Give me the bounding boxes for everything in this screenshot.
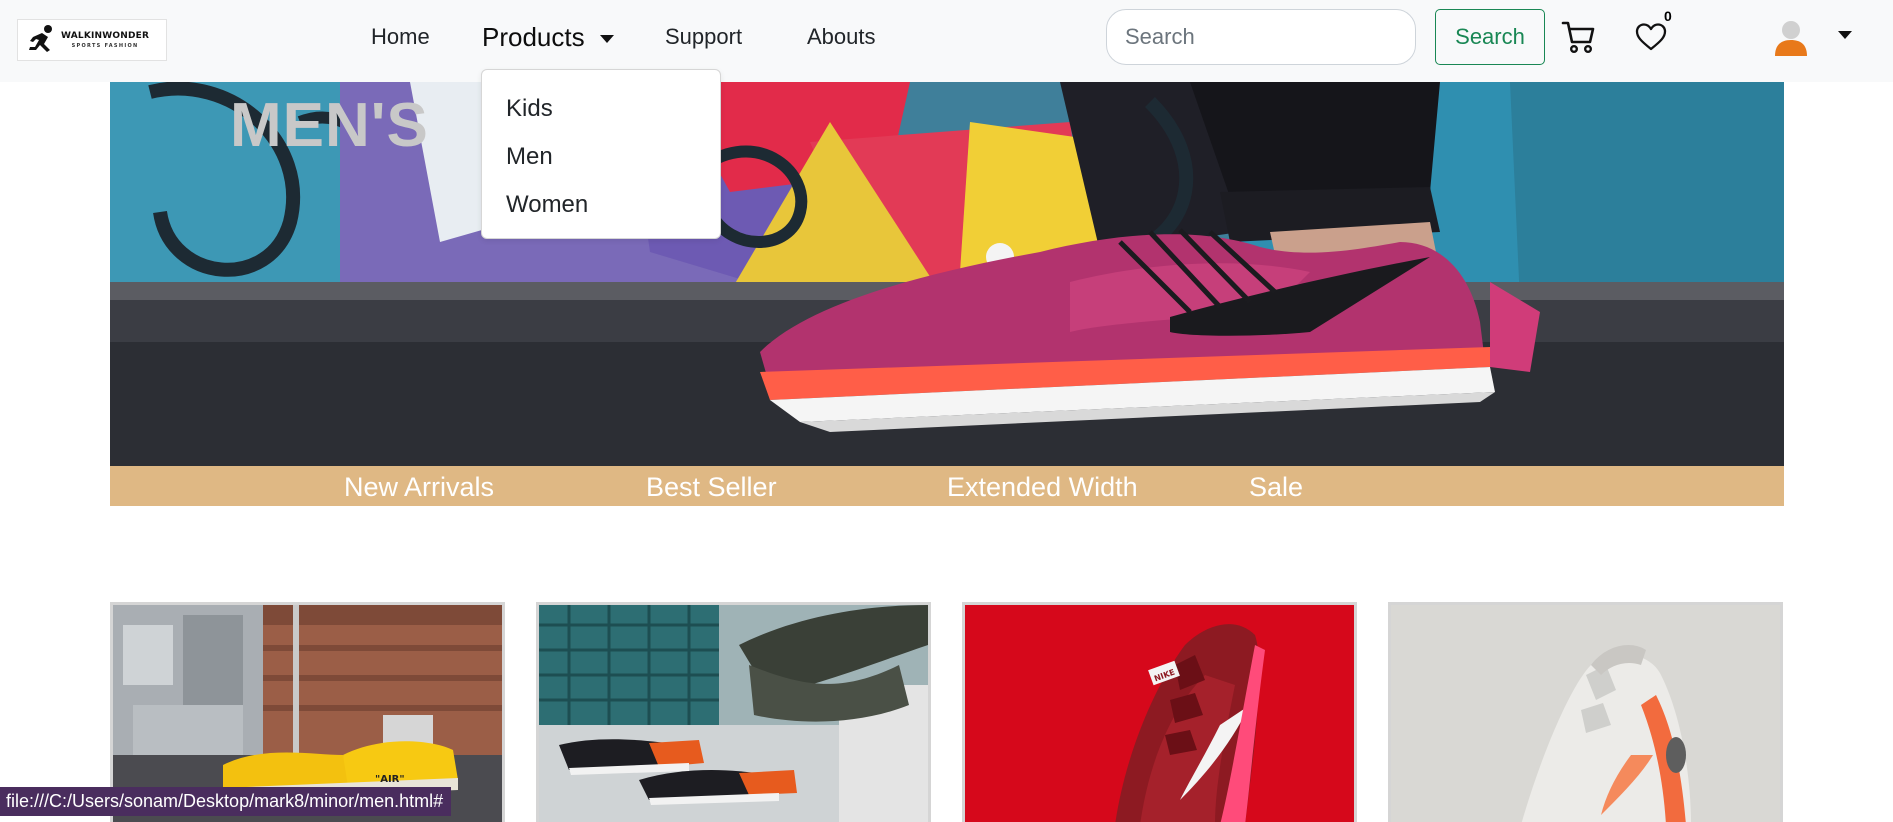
nav-abouts[interactable]: Abouts <box>807 24 876 50</box>
heart-icon[interactable] <box>1635 22 1667 52</box>
user-avatar-icon[interactable] <box>1773 18 1809 58</box>
nav-products-dropdown-toggle[interactable]: Products <box>482 22 614 53</box>
white-orange-sneaker-photo <box>1391 605 1780 822</box>
runner-logo-icon <box>29 25 52 52</box>
category-link-extended-width[interactable]: Extended Width <box>947 472 1138 503</box>
nav-home[interactable]: Home <box>371 24 430 50</box>
browser-status-bar-url: file:///C:/Users/sonam/Desktop/mark8/min… <box>0 787 452 816</box>
category-link-best-seller[interactable]: Best Seller <box>646 472 777 503</box>
brand-logo[interactable]: WALKINWONDER SPORTS FASHION <box>17 19 167 61</box>
nav-products-label: Products <box>482 22 585 52</box>
search-input[interactable] <box>1106 9 1416 65</box>
svg-text:"AIR": "AIR" <box>375 774 405 785</box>
chevron-down-icon <box>599 34 614 43</box>
product-card[interactable]: NIKE <box>962 602 1357 822</box>
brand-tagline: SPORTS FASHION <box>71 42 139 49</box>
category-bar: New Arrivals Best Seller Extended Width … <box>110 466 1784 506</box>
red-nike-running-shoe-photo: NIKE <box>965 605 1354 822</box>
category-link-sale[interactable]: Sale <box>1249 472 1303 503</box>
wishlist-count-badge: 0 <box>1664 8 1672 24</box>
brand-name: WALKINWONDER <box>61 30 150 41</box>
category-link-new-arrivals[interactable]: New Arrivals <box>344 472 494 503</box>
hero-banner: MEN'S <box>110 82 1784 466</box>
dropdown-item-men[interactable]: Men <box>506 143 553 171</box>
black-orange-sneakers-photo <box>539 605 928 822</box>
product-card[interactable] <box>536 602 931 822</box>
product-card[interactable] <box>1388 602 1783 822</box>
hero-title: MEN'S <box>230 91 429 160</box>
search-button[interactable]: Search <box>1435 9 1545 65</box>
dropdown-item-kids[interactable]: Kids <box>506 95 553 123</box>
nav-support[interactable]: Support <box>665 24 742 50</box>
products-dropdown-menu: Kids Men Women <box>481 69 721 239</box>
cart-icon[interactable] <box>1561 18 1597 54</box>
user-menu-chevron-down-icon[interactable] <box>1838 31 1852 39</box>
dropdown-item-women[interactable]: Women <box>506 191 588 219</box>
top-navbar: WALKINWONDER SPORTS FASHION Home Product… <box>0 0 1893 82</box>
